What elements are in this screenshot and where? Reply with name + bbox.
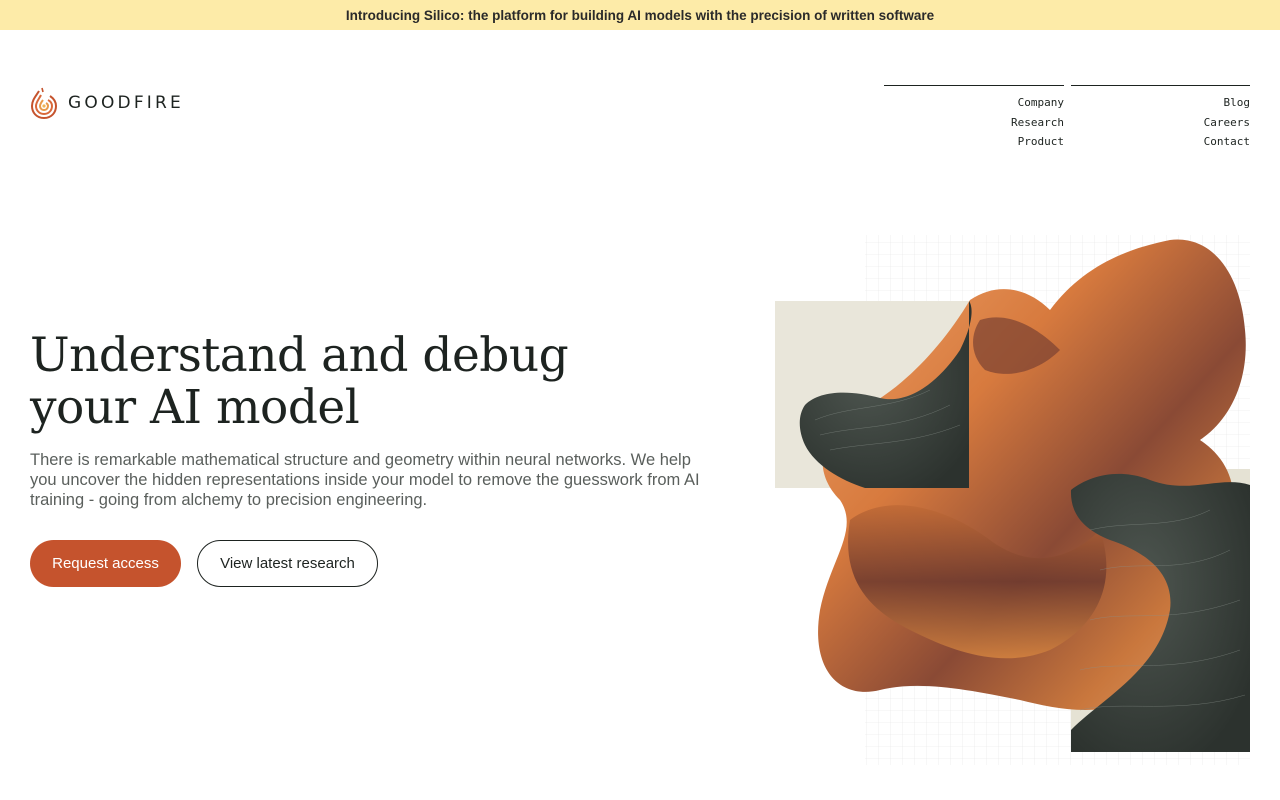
nav-column-secondary: Blog Careers Contact [1071,85,1250,152]
goodfire-flame-icon [30,87,58,119]
nav-link-blog[interactable]: Blog [1071,93,1251,113]
announcement-text: Introducing Silico: the platform for bui… [345,7,935,23]
announcement-banner[interactable]: Introducing Silico: the platform for bui… [0,0,1280,30]
hero-subtitle: There is remarkable mathematical structu… [30,451,700,509]
view-research-button[interactable]: View latest research [197,540,378,587]
nav-link-research[interactable]: Research [884,113,1064,133]
brand-name: GOODFIRE [68,93,184,113]
site-header: GOODFIRE Company Research Product Blog C… [0,30,1280,160]
hero-title-line-2: your AI model [30,380,360,435]
nav-column-primary: Company Research Product [884,85,1064,152]
request-access-button[interactable]: Request access [30,540,181,587]
hero-title: Understand and debug your AI model [30,330,730,434]
nav-link-product[interactable]: Product [884,132,1064,152]
nav-link-contact[interactable]: Contact [1071,132,1250,152]
hero-title-line-1: Understand and debug [30,328,569,383]
nav-link-careers[interactable]: Careers [1071,113,1250,133]
hero-artwork [775,235,1250,765]
logo-link[interactable]: GOODFIRE [30,86,184,120]
nav-link-company[interactable]: Company [884,93,1064,113]
